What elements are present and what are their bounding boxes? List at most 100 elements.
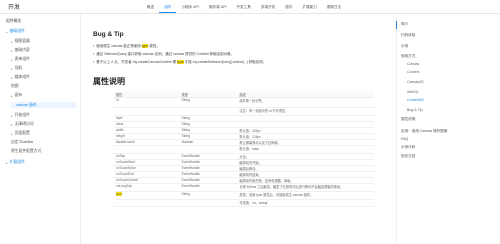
toc-item[interactable]: 属性说明 — [401, 117, 415, 122]
chevron-right-icon: ▸ — [11, 39, 13, 44]
table-cell: onLongTap — [114, 183, 180, 192]
sidebar-item-label: 画布 — [14, 93, 23, 97]
chevron-right-icon: ▸ — [11, 131, 13, 136]
chevron-right-icon: ▸ — [11, 57, 13, 62]
highlight-mark: type — [177, 60, 184, 65]
top-nav-tab[interactable]: 开发工具 — [232, 0, 256, 13]
toc-item[interactable]: FAQ — [401, 137, 408, 141]
sidebar-item-label: 原生组件配置方式 — [11, 149, 42, 153]
top-nav-tab[interactable]: 组件 — [159, 0, 177, 13]
bullet-text: 通过 SelectorQuery 接口获取 canvas 实例。通过 canva… — [96, 52, 235, 57]
table-cell: 注意：同一页面中的 id 不可重复。 — [237, 107, 374, 116]
top-nav-tab[interactable]: 小程序 API — [176, 0, 204, 13]
sidebar: 组件概览 ▸ 基础组件 ▸ 视图容器 ▸ 基础内容 ▸ 表单组件 ▸ 导航 ▸ 媒体组件 地图 ▸ 画布 can… — [0, 14, 81, 244]
sidebar-item-label: 媒体组件 — [14, 75, 30, 79]
chevron-right-icon: ▸ — [6, 160, 8, 165]
table-row: id String 组件唯一标识符。 — [114, 97, 374, 108]
sidebar-item[interactable]: ▸ 媒体组件 — [11, 75, 30, 80]
sidebar-item[interactable]: ▸ 基础内容 — [11, 48, 30, 53]
top-nav-tabs: 概述 组件 小程序 API 服务端 API 开发工具 多端开发 插件 扩展能力 更新日志 — [142, 0, 346, 13]
bullet-text: 基于以上 2 点，开发者 my.createCanvasContext 需 — [96, 60, 178, 65]
bullet-item: 基于以上 2 点，开发者 my.createCanvasContext 需 ty… — [93, 60, 383, 65]
sidebar-item-label: 开放组件 — [14, 113, 30, 117]
toc-item[interactable]: 使用方式 — [401, 54, 415, 59]
table-row: 默认值：false — [114, 145, 374, 154]
chevron-right-icon: ▸ — [11, 93, 13, 98]
table-cell: 默认值：false — [237, 145, 374, 154]
table-cell: 可选值：2d、webgl — [237, 199, 374, 207]
sidebar-item-label: 基础内容 — [14, 48, 30, 52]
table-row: type String 类型。设置 type 属性后，将使用原生 canvas 组件… — [114, 191, 374, 200]
toc-item[interactable]: Bug & Tip — [407, 108, 423, 112]
sidebar-item-label: 扩展组件 — [9, 160, 25, 164]
sidebar-item-label: 组件概览 — [6, 19, 22, 23]
table-cell: String — [179, 97, 238, 108]
top-nav-tab[interactable]: 扩展能力 — [297, 0, 321, 13]
sidebar-item[interactable]: ▸ 无障碍访问 — [11, 122, 34, 127]
sidebar-item[interactable]: ▸ 表单组件 — [11, 57, 30, 62]
sidebar-item[interactable]: 组件概览 — [6, 19, 21, 24]
sidebar-item-label: 页面配置 — [14, 131, 30, 135]
top-nav-tab[interactable]: 服务端 API — [204, 0, 232, 13]
toc-item[interactable]: Context2D — [407, 98, 424, 102]
top-nav-tab[interactable]: 更新日志 — [322, 0, 346, 13]
sidebar-item[interactable]: ▸ 导航 — [11, 66, 22, 71]
sidebar-item-label: canvas 画布 — [16, 102, 37, 107]
table-row: 注意：同一页面中的 id 不可重复。 — [114, 107, 374, 116]
sidebar-item[interactable]: 自定义tabBar — [11, 140, 34, 145]
chevron-right-icon: ▸ — [11, 122, 13, 127]
sidebar-item-label: 基础组件 — [9, 29, 25, 33]
bullet-item: 通过 SelectorQuery 接口获取 canvas 实例。通过 canva… — [93, 52, 383, 57]
bullet-text: 才能 my.createSelectorQuery().select(...) … — [183, 60, 267, 65]
table-row: 可选值：2d、webgl — [114, 199, 374, 207]
sidebar-item[interactable]: canvas 画布 — [11, 102, 76, 108]
toc-item[interactable]: 相关文档 — [401, 154, 415, 159]
chevron-right-icon: ▸ — [11, 66, 13, 71]
bullet-item: 使用原生 canvas 能正常使用 type 属性。 — [93, 44, 383, 49]
top-nav-tab[interactable]: 插件 — [280, 0, 297, 13]
toc-item[interactable]: 实例：使用 Canvas 操作图像 — [401, 129, 448, 134]
toc-item[interactable]: WebGL — [407, 90, 419, 94]
table-cell: type — [114, 191, 180, 200]
table-cell — [179, 145, 238, 154]
sidebar-item[interactable]: ▸ 页面配置 — [11, 131, 30, 136]
sidebar-item-label: 无障碍访问 — [14, 122, 34, 126]
bug-tip-list: 使用原生 canvas 能正常使用 type 属性。通过 SelectorQue… — [93, 44, 383, 69]
sidebar-item[interactable]: ▸ 视图容器 — [11, 39, 30, 44]
table-cell: String — [179, 191, 238, 200]
top-nav-tab[interactable]: 多端开发 — [256, 0, 280, 13]
sidebar-item[interactable]: 地图 — [11, 84, 19, 89]
table-cell — [179, 107, 238, 116]
toc-item[interactable]: 扫码体验 — [401, 33, 415, 38]
top-nav-tab[interactable]: 概述 — [142, 0, 159, 13]
highlight-mark: type — [116, 192, 123, 196]
sidebar-item[interactable]: ▸ 开放组件 — [11, 113, 30, 118]
site-logo[interactable]: 开发 — [8, 2, 20, 11]
bullet-text: 使用原生 canvas 能正常使用 — [96, 44, 142, 48]
toc-item[interactable]: 示例 — [401, 44, 408, 49]
props-heading: 属性说明 — [93, 77, 125, 86]
table-cell: EventHandle — [179, 183, 238, 192]
table-cell: id — [114, 97, 180, 108]
props-table: 属性 类型 描述 id String 组件唯一标识符。 注意：同一页面中的 id 不可重复… — [114, 91, 374, 207]
chevron-right-icon: ▸ — [11, 48, 13, 53]
toc-item[interactable]: Context — [407, 70, 419, 74]
table-cell — [179, 199, 238, 207]
toc-active-indicator — [396, 21, 397, 29]
sidebar-item-label: 表单组件 — [14, 57, 30, 61]
sidebar-item[interactable]: ▸ 画布 — [11, 93, 22, 98]
table-of-contents: 简介扫码体验示例使用方式 Canvas Context Canvas2D WebGL Co… — [396, 14, 500, 244]
toc-item[interactable]: 示例代码 — [401, 145, 415, 150]
sidebar-item[interactable]: ▸ 扩展组件 — [6, 160, 25, 165]
toc-item[interactable]: Canvas — [407, 62, 419, 66]
sidebar-item[interactable]: 原生组件配置方式 — [11, 149, 41, 154]
table-cell — [114, 107, 180, 116]
table-row: onLongTap EventHandle 长按 500ms 之后触发，触发了长按事… — [114, 183, 374, 192]
table-cell — [114, 199, 180, 207]
top-navigation-bar: 开发 概述 组件 小程序 API 服务端 API 开发工具 多端开发 插件 扩展能力 更新日志 — [0, 0, 500, 14]
bullet-text: 属性。 — [148, 44, 160, 48]
sidebar-item[interactable]: ▸ 基础组件 — [6, 29, 25, 34]
toc-item[interactable]: Canvas2D — [407, 80, 424, 84]
sidebar-item-label: 视图容器 — [14, 39, 30, 43]
toc-item[interactable]: 简介 — [401, 22, 408, 27]
